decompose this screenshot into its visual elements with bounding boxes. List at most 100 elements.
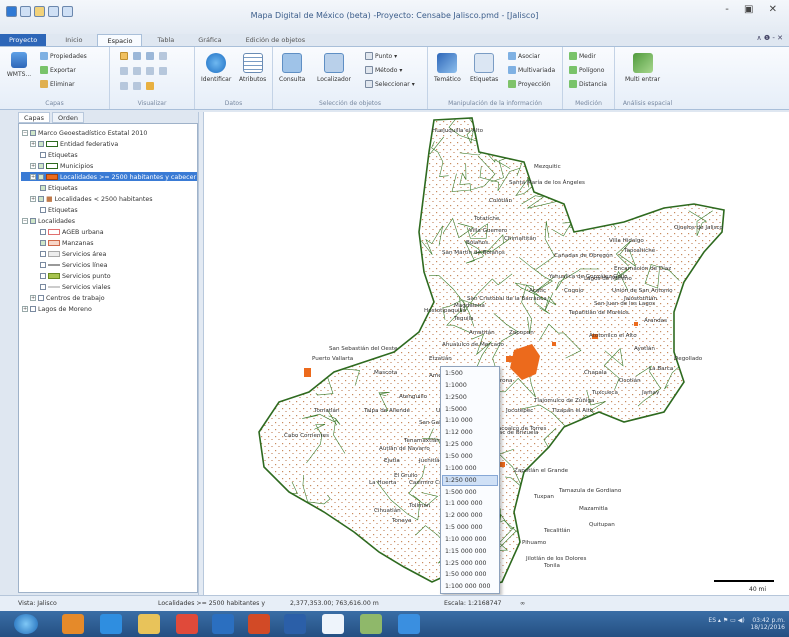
medir-button[interactable]: Medir: [569, 52, 596, 60]
layer-checkbox[interactable]: [40, 229, 46, 235]
propiedades-button[interactable]: Propiedades: [40, 52, 87, 60]
zoom-in-icon[interactable]: [133, 52, 141, 60]
chrome-icon[interactable]: [176, 614, 198, 634]
layer-checkbox[interactable]: [40, 262, 46, 268]
scale-option[interactable]: 1:100 000 000: [445, 583, 490, 590]
scale-option[interactable]: 1:1000: [445, 382, 467, 389]
app-icon[interactable]: [212, 614, 234, 634]
zoom-window-icon[interactable]: [133, 67, 141, 75]
scale-option[interactable]: 1:10 000: [445, 417, 473, 424]
layer-checkbox[interactable]: [38, 174, 44, 180]
expand-icon[interactable]: +: [30, 141, 36, 147]
scale-option[interactable]: 1:5 000 000: [445, 524, 483, 531]
layer-item[interactable]: Servicios línea: [40, 261, 108, 269]
scale-option[interactable]: 1:2 000 000: [445, 512, 483, 519]
scale-option[interactable]: 1:500: [445, 370, 463, 377]
proyeccion-button[interactable]: Proyección: [508, 80, 551, 88]
layer-checkbox[interactable]: [40, 207, 46, 213]
ie-browser-icon[interactable]: [100, 614, 122, 634]
layer-checkbox[interactable]: [30, 130, 36, 136]
zoom-previous-icon[interactable]: [159, 67, 167, 75]
info-icon[interactable]: [146, 82, 154, 90]
layer-checkbox[interactable]: [30, 306, 36, 312]
start-button-icon[interactable]: [14, 614, 38, 634]
layer-item[interactable]: + Entidad federativa: [30, 140, 118, 148]
layer-item[interactable]: Servicios punto: [40, 272, 111, 280]
tematico-button[interactable]: Temático: [434, 53, 461, 83]
layer-checkbox[interactable]: [40, 273, 46, 279]
layer-item[interactable]: + Centros de trabajo: [30, 294, 105, 302]
scale-option[interactable]: 1:5000: [445, 406, 467, 413]
pan-icon[interactable]: [120, 52, 128, 60]
exportar-button[interactable]: Exportar: [40, 66, 76, 74]
layer-checkbox[interactable]: [40, 251, 46, 257]
layer-item[interactable]: + ■ Localidades < 2500 habitantes: [30, 195, 153, 203]
layer-item[interactable]: + Lagos de Moreno: [22, 305, 92, 313]
localizador-button[interactable]: Localizador: [317, 53, 351, 83]
asociar-button[interactable]: Asociar: [508, 52, 540, 60]
layer-item-selected[interactable]: + Localidades >= 2500 habitantes y cabece…: [30, 173, 196, 181]
tab-tabla[interactable]: Tabla: [148, 34, 183, 46]
layer-checkbox[interactable]: [30, 218, 36, 224]
notepad-icon[interactable]: [360, 614, 382, 634]
multi-entrar-button[interactable]: Multi entrar: [625, 53, 660, 83]
consulta-button[interactable]: Consulta: [279, 53, 305, 83]
scale-dropdown-menu[interactable]: 1:500 1:1000 1:2500 1:5000 1:10 000 1:12 000 1…: [440, 366, 500, 594]
magnify-icon[interactable]: [146, 67, 154, 75]
scale-option[interactable]: 1:25 000 000: [445, 560, 486, 567]
seleccionar-button[interactable]: Seleccionar ▾: [365, 80, 415, 88]
refresh-icon[interactable]: [159, 52, 167, 60]
atributos-button[interactable]: Atributos: [239, 53, 266, 83]
layer-checkbox[interactable]: [40, 152, 46, 158]
layer-checkbox[interactable]: [38, 163, 44, 169]
scale-option[interactable]: 1:25 000: [445, 441, 473, 448]
expand-icon[interactable]: +: [22, 306, 28, 312]
eliminar-button[interactable]: Eliminar: [40, 80, 75, 88]
media-player-icon[interactable]: [62, 614, 84, 634]
scale-option[interactable]: 1:12 000: [445, 429, 473, 436]
layer-item[interactable]: Etiquetas: [40, 151, 78, 159]
multivariada-button[interactable]: Multivariada: [508, 66, 555, 74]
scale-option[interactable]: 1:250 000: [445, 477, 477, 484]
layer-checkbox[interactable]: [40, 284, 46, 290]
map-app-icon[interactable]: [322, 614, 344, 634]
scale-option[interactable]: 1:1 000 000: [445, 500, 483, 507]
layer-item[interactable]: Manzanas: [40, 239, 94, 247]
wmts-button[interactable]: WMTS...: [4, 52, 34, 78]
expand-icon[interactable]: −: [22, 218, 28, 224]
zoom-layer-icon[interactable]: [120, 82, 128, 90]
scale-option[interactable]: 1:15 000 000: [445, 548, 486, 555]
tab-espacio[interactable]: Espacio: [97, 34, 143, 46]
scale-option[interactable]: 1:50 000: [445, 453, 473, 460]
layer-item[interactable]: Servicios viales: [40, 283, 111, 291]
file-explorer-icon[interactable]: [138, 614, 160, 634]
tab-inicio[interactable]: Inicio: [56, 34, 91, 46]
tab-orden[interactable]: Orden: [52, 112, 84, 123]
window-controls[interactable]: - ▣ ✕: [725, 4, 783, 15]
scale-option[interactable]: 1:10 000 000: [445, 536, 486, 543]
layer-item[interactable]: − Localidades: [22, 217, 75, 225]
tab-grafica[interactable]: Gráfica: [189, 34, 230, 46]
layer-item[interactable]: Etiquetas: [40, 206, 78, 214]
distancia-button[interactable]: Distancia: [569, 80, 607, 88]
layer-checkbox[interactable]: [40, 185, 46, 191]
remote-app-icon[interactable]: [398, 614, 420, 634]
tab-edicion[interactable]: Edición de objetos: [237, 34, 315, 46]
zoom-out-icon[interactable]: [146, 52, 154, 60]
layer-checkbox[interactable]: [38, 295, 44, 301]
layer-item[interactable]: Etiquetas: [40, 184, 78, 192]
extent-icon[interactable]: [120, 67, 128, 75]
expand-icon[interactable]: +: [30, 174, 36, 180]
help-controls[interactable]: ∧ ❶ - ✕: [757, 34, 783, 42]
etiquetas-button[interactable]: Etiquetas: [470, 53, 498, 83]
poligono-button[interactable]: Polígono: [569, 66, 604, 74]
tab-capas[interactable]: Capas: [18, 112, 51, 123]
layer-item[interactable]: − Marco Geoestadístico Estatal 2010: [22, 129, 147, 137]
expand-icon[interactable]: +: [30, 163, 36, 169]
zoom-selection-icon[interactable]: [133, 82, 141, 90]
layer-item[interactable]: Servicios área: [40, 250, 106, 258]
layer-checkbox[interactable]: [38, 196, 44, 202]
metodo-button[interactable]: Método ▾: [365, 66, 402, 74]
tray-icons[interactable]: ES ▴ ⚑ ▭ ◀): [708, 617, 744, 624]
expand-icon[interactable]: +: [30, 295, 36, 301]
